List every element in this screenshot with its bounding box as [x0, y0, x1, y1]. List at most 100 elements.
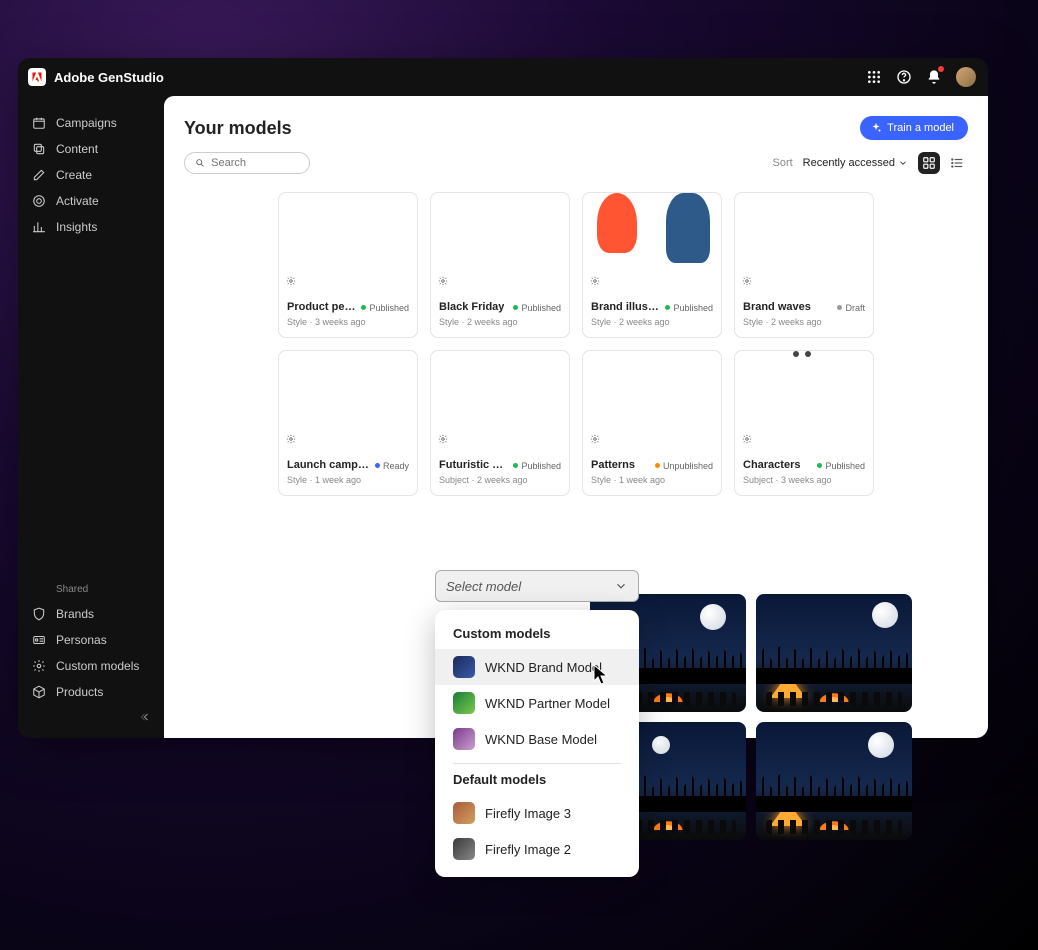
search-field[interactable]: [184, 152, 310, 174]
search-icon: [195, 157, 205, 169]
notifications-icon[interactable]: [926, 69, 942, 85]
chevron-down-icon: [614, 579, 628, 593]
model-meta: Style · 3 weeks ago: [287, 317, 409, 327]
status-badge: Published: [665, 303, 713, 313]
status-badge: Ready: [375, 461, 409, 471]
toolbar: Sort Recently accessed: [184, 152, 968, 174]
model-thumbnail: [735, 193, 873, 293]
model-thumbnail: [431, 351, 569, 451]
model-swatch-icon: [453, 692, 475, 714]
copy-icon: [32, 142, 46, 156]
model-card[interactable]: Product pedestals Published Style · 3 we…: [278, 192, 418, 338]
model-thumbnail: [279, 193, 417, 293]
shield-icon: [32, 607, 46, 621]
dropdown-section-default: Default models: [435, 770, 639, 795]
model-swatch-icon: [453, 656, 475, 678]
sort-dropdown[interactable]: Recently accessed: [803, 157, 908, 169]
gear-icon: [435, 273, 451, 289]
model-title: Launch campaign: [287, 459, 371, 471]
status-badge: Draft: [837, 303, 865, 313]
model-meta: Style · 2 weeks ago: [439, 317, 561, 327]
model-card[interactable]: Futuristic backdrops Published Subject ·…: [430, 350, 570, 496]
model-meta: Style · 1 week ago: [591, 475, 713, 485]
train-model-label: Train a model: [887, 122, 954, 134]
dropdown-item[interactable]: Firefly Image 2: [435, 831, 639, 867]
model-title: Product pedestals: [287, 301, 357, 313]
search-input[interactable]: [211, 157, 299, 169]
gear-icon: [283, 273, 299, 289]
sidebar: CampaignsContentCreateActivateInsights S…: [18, 96, 164, 738]
model-card[interactable]: Black Friday Published Style · 2 weeks a…: [430, 192, 570, 338]
avatar[interactable]: [956, 67, 976, 87]
page-title: Your models: [184, 118, 292, 139]
model-swatch-icon: [453, 802, 475, 824]
train-model-button[interactable]: Train a model: [860, 116, 968, 140]
model-select-placeholder: Select model: [446, 579, 521, 594]
model-title: Brand illustrations: [591, 301, 661, 313]
sidebar-item-campaigns[interactable]: Campaigns: [18, 110, 164, 136]
grid-view-button[interactable]: [918, 152, 940, 174]
help-icon[interactable]: [896, 69, 912, 85]
package-icon: [32, 685, 46, 699]
chevron-down-icon: [898, 158, 908, 168]
dropdown-item[interactable]: WKND Brand Model: [435, 649, 639, 685]
model-card[interactable]: Patterns Unpublished Style · 1 week ago: [582, 350, 722, 496]
model-thumbnail: [583, 351, 721, 451]
status-badge: Unpublished: [655, 461, 713, 471]
generated-image[interactable]: [756, 594, 912, 712]
page-header: Your models Train a model: [184, 116, 968, 140]
model-meta: Style · 2 weeks ago: [591, 317, 713, 327]
model-swatch-icon: [453, 728, 475, 750]
model-thumbnail: [279, 351, 417, 451]
chart-icon: [32, 220, 46, 234]
collapse-sidebar-button[interactable]: [140, 705, 164, 728]
gear-icon: [32, 659, 46, 673]
generated-image[interactable]: [756, 722, 912, 840]
list-view-button[interactable]: [946, 152, 968, 174]
adobe-logo-icon: [28, 68, 46, 86]
sort-and-views: Sort Recently accessed: [772, 152, 968, 174]
model-select[interactable]: Select model: [435, 570, 639, 602]
apps-grid-icon[interactable]: [866, 69, 882, 85]
app-name: Adobe GenStudio: [54, 70, 164, 85]
model-card[interactable]: Brand illustrations Published Style · 2 …: [582, 192, 722, 338]
model-title: Patterns: [591, 459, 635, 471]
model-card[interactable]: Launch campaign Ready Style · 1 week ago: [278, 350, 418, 496]
sidebar-item-products[interactable]: Products: [18, 679, 164, 705]
status-badge: Published: [513, 303, 561, 313]
status-badge: Published: [513, 461, 561, 471]
model-select-overlay: Select model Custom models WKND Brand Mo…: [435, 570, 935, 608]
gear-icon: [739, 273, 755, 289]
calendar-icon: [32, 116, 46, 130]
sidebar-item-personas[interactable]: Personas: [18, 627, 164, 653]
sidebar-shared-label: Shared: [18, 580, 164, 601]
model-title: Black Friday: [439, 301, 504, 313]
sidebar-item-content[interactable]: Content: [18, 136, 164, 162]
model-title: Futuristic backdrops: [439, 459, 509, 471]
top-actions: [866, 67, 976, 87]
sort-label: Sort: [772, 157, 792, 169]
model-meta: Subject · 3 weeks ago: [743, 475, 865, 485]
sidebar-item-brands[interactable]: Brands: [18, 601, 164, 627]
gear-icon: [587, 273, 603, 289]
sidebar-item-custom-models[interactable]: Custom models: [18, 653, 164, 679]
brand: Adobe GenStudio: [28, 68, 164, 86]
edit-icon: [32, 168, 46, 182]
sidebar-item-insights[interactable]: Insights: [18, 214, 164, 240]
model-card[interactable]: Characters Published Subject · 3 weeks a…: [734, 350, 874, 496]
dropdown-item[interactable]: WKND Base Model: [435, 721, 639, 757]
model-card[interactable]: Brand waves Draft Style · 2 weeks ago: [734, 192, 874, 338]
sidebar-item-create[interactable]: Create: [18, 162, 164, 188]
model-thumbnail: [583, 193, 721, 293]
gear-icon: [435, 431, 451, 447]
sidebar-item-activate[interactable]: Activate: [18, 188, 164, 214]
dropdown-item[interactable]: WKND Partner Model: [435, 685, 639, 721]
model-title: Characters: [743, 459, 800, 471]
model-meta: Style · 1 week ago: [287, 475, 409, 485]
model-thumbnail: [735, 351, 873, 451]
models-grid: Product pedestals Published Style · 3 we…: [184, 192, 968, 496]
model-title: Brand waves: [743, 301, 811, 313]
card-icon: [32, 633, 46, 647]
dropdown-item[interactable]: Firefly Image 3: [435, 795, 639, 831]
dropdown-divider: [453, 763, 621, 764]
